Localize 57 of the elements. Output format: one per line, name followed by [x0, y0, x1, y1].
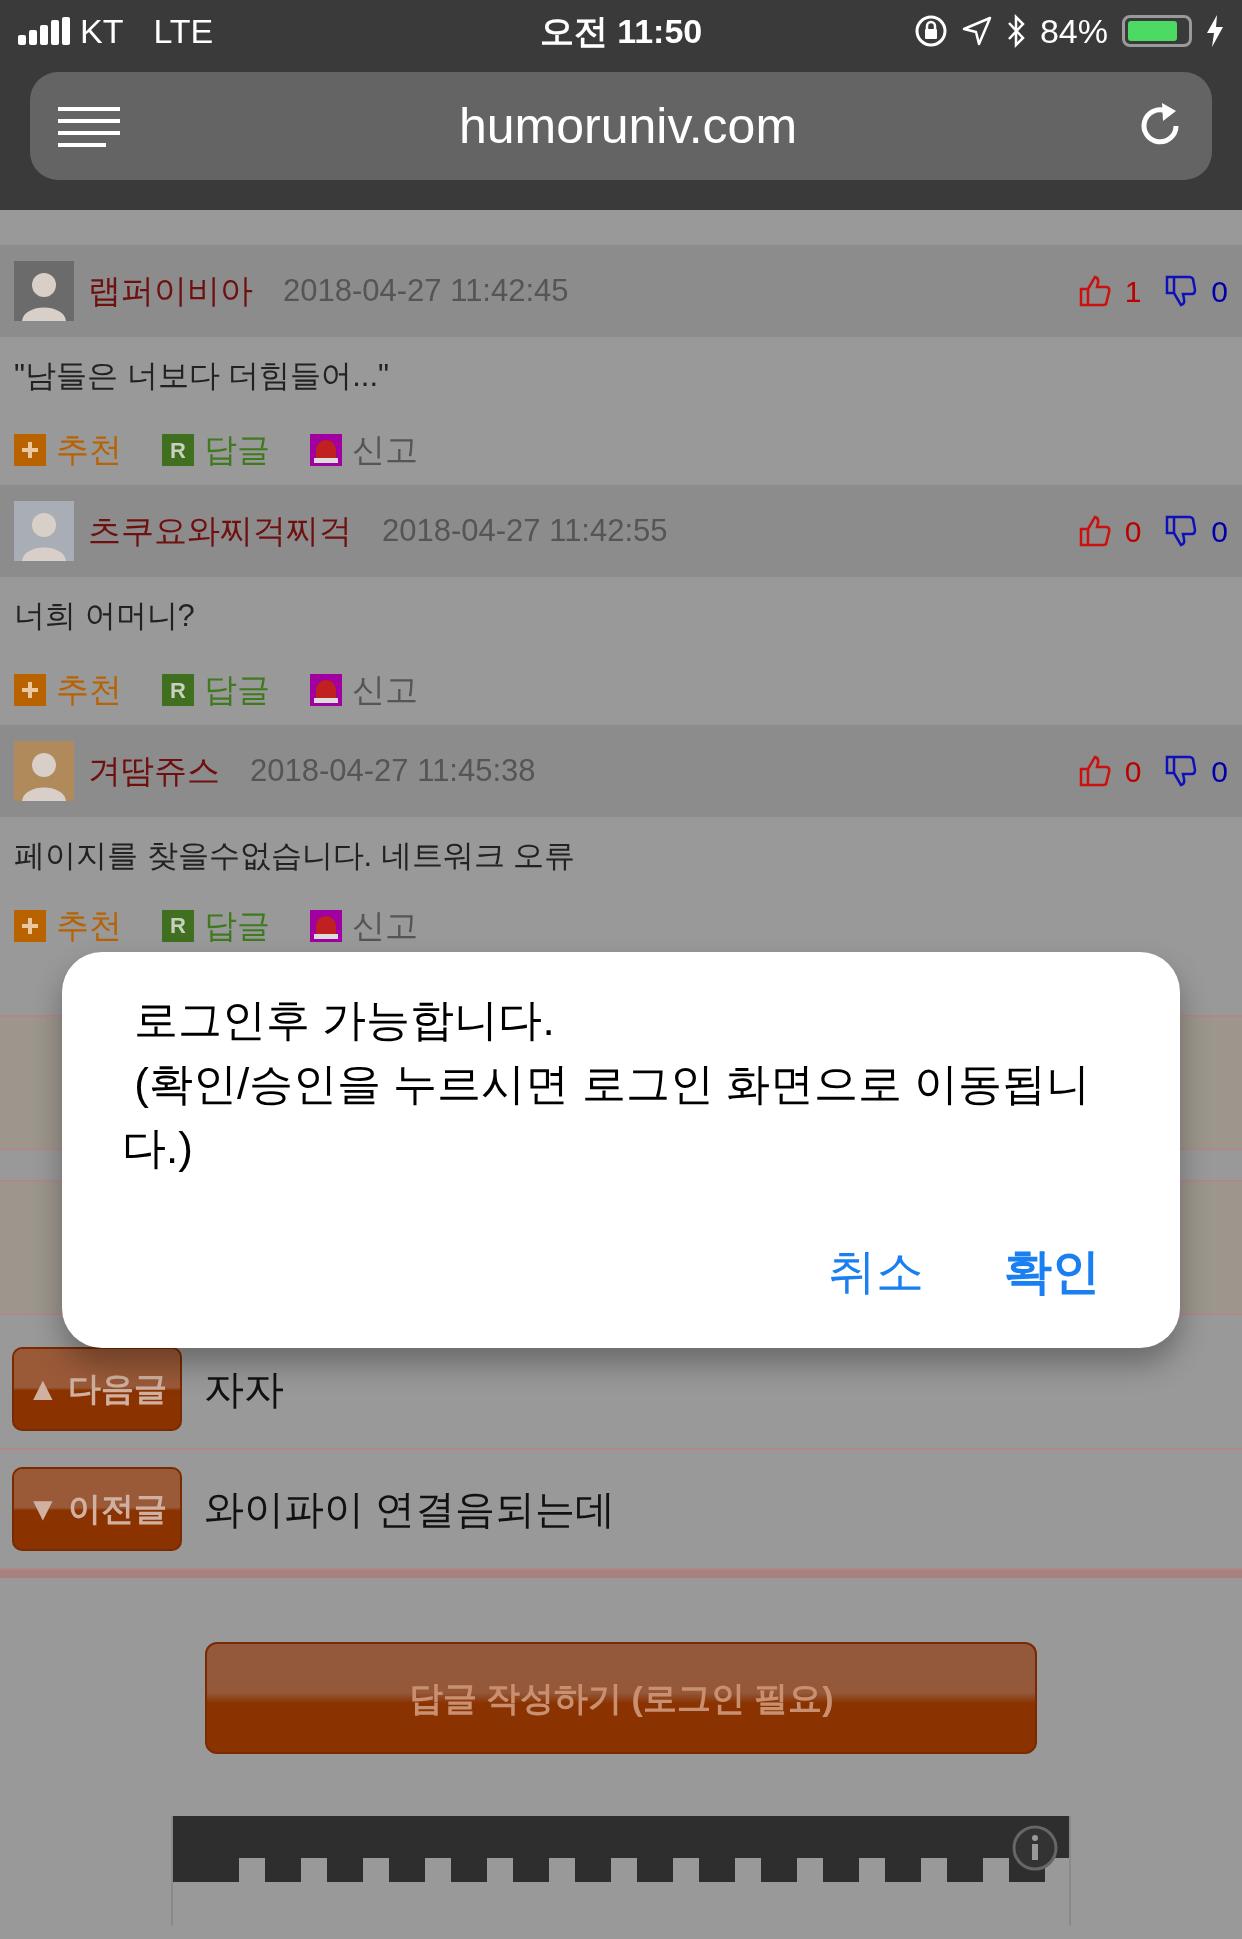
info-icon[interactable] — [1011, 1824, 1059, 1872]
siren-icon — [310, 909, 342, 942]
comment-text: 페이지를 찾을수없습니다. 네트워크 오류 — [14, 836, 576, 875]
post-title-link[interactable]: 자자 — [204, 1359, 284, 1419]
dislike-count: 0 — [1211, 513, 1228, 550]
bluetooth-icon — [1005, 14, 1026, 48]
confirm-button[interactable]: 확인 — [1004, 1236, 1100, 1308]
reader-menu-icon[interactable] — [58, 105, 120, 147]
carrier-text: KT — [80, 10, 124, 52]
reply-link[interactable]: 답글 — [204, 901, 270, 951]
author-name[interactable]: 겨땀쥬스 — [88, 746, 220, 796]
like-count: 0 — [1124, 513, 1142, 550]
thumbs-down-icon — [1165, 755, 1198, 787]
report-link[interactable]: 신고 — [352, 425, 418, 475]
comment-text: 너희 어머니? — [14, 596, 195, 635]
reply-icon: R — [162, 434, 194, 466]
dislike-count: 0 — [1211, 753, 1228, 790]
avatar-icon — [14, 741, 74, 801]
battery-percent-text: 84% — [1039, 10, 1108, 52]
url-text[interactable]: humoruniv.com — [120, 88, 1136, 164]
avatar-icon — [14, 501, 74, 561]
next-post-button[interactable]: ▲ 다음글 — [12, 1347, 182, 1431]
dislike-count: 0 — [1211, 273, 1228, 310]
battery-icon — [1122, 15, 1192, 47]
clock-text: 오전 11:50 — [538, 10, 704, 52]
thumbs-up-icon — [1078, 515, 1111, 547]
reply-icon: R — [162, 909, 194, 942]
author-name[interactable]: 츠쿠요와찌걱찌걱 — [88, 506, 352, 556]
report-link[interactable]: 신고 — [352, 901, 418, 951]
network-text: LTE — [153, 10, 214, 52]
siren-icon — [310, 674, 342, 706]
report-link[interactable]: 신고 — [352, 665, 418, 715]
avatar-icon — [14, 261, 74, 321]
prev-post-button[interactable]: ▼ 이전글 — [12, 1467, 182, 1551]
plus-icon — [14, 909, 46, 942]
dialog-message: 로그인후 가능합니다. (확인/승인을 누르시면 로그인 화면으로 이동됩니다.) — [122, 994, 1091, 1174]
plus-icon — [14, 674, 46, 706]
reply-link[interactable]: 답글 — [204, 665, 270, 715]
reply-icon: R — [162, 674, 194, 706]
author-name[interactable]: 랩퍼이비아 — [88, 266, 253, 316]
plus-icon — [14, 434, 46, 466]
comment-text: "남들은 너보다 더힘들어..." — [14, 356, 390, 395]
reply-link[interactable]: 답글 — [204, 425, 270, 475]
location-icon — [961, 16, 992, 46]
siren-icon — [310, 434, 342, 466]
like-count: 1 — [1124, 273, 1142, 310]
post-title-link[interactable]: 와이파이 연결음되는데 — [204, 1479, 616, 1539]
charging-bolt-icon — [1206, 15, 1224, 47]
signal-icon — [18, 17, 70, 45]
thumbs-up-icon — [1078, 755, 1111, 787]
reply-write-button[interactable]: 답글 작성하기 (로그인 필요) — [205, 1642, 1037, 1754]
thumbs-down-icon — [1165, 275, 1198, 307]
thumbs-down-icon — [1165, 515, 1198, 547]
thumbs-up-icon — [1078, 275, 1111, 307]
cancel-button[interactable]: 취소 — [828, 1236, 924, 1308]
rotation-lock-icon — [913, 14, 948, 48]
like-count: 0 — [1124, 753, 1142, 790]
